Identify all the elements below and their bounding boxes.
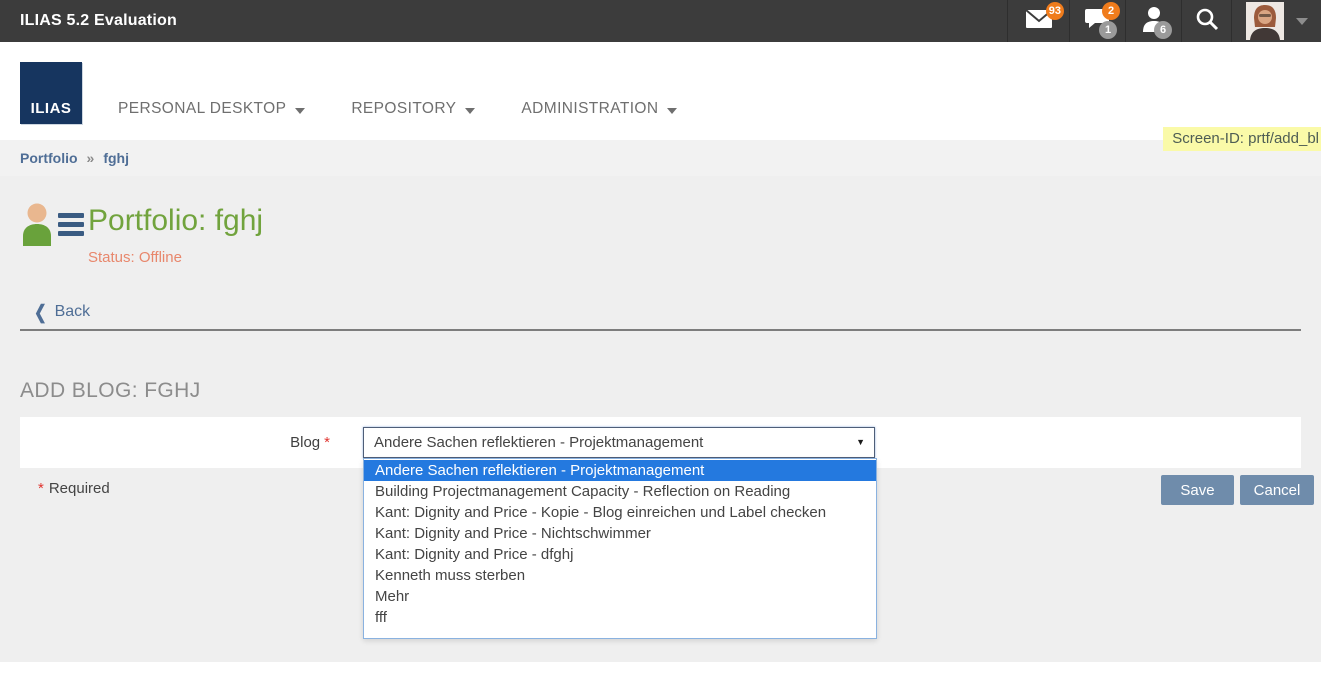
top-header-bar: ILIAS 5.2 Evaluation 93 2 1 bbox=[0, 0, 1321, 42]
topbar-icon-strip: 93 2 1 6 bbox=[1007, 0, 1321, 42]
chat-badge-total: 1 bbox=[1099, 21, 1117, 39]
back-label: Back bbox=[55, 303, 91, 321]
nav-repository[interactable]: REPOSITORY bbox=[351, 100, 475, 118]
main-navigation: PERSONAL DESKTOP REPOSITORY ADMINISTRATI… bbox=[118, 100, 723, 118]
portfolio-icon bbox=[20, 202, 86, 251]
required-note: * Required bbox=[38, 480, 110, 497]
blog-label-text: Blog bbox=[290, 434, 320, 451]
user-menu-caret-icon bbox=[1296, 18, 1308, 25]
breadcrumb-portfolio[interactable]: Portfolio bbox=[20, 150, 78, 166]
required-asterisk: * bbox=[38, 480, 44, 497]
required-asterisk: * bbox=[324, 434, 330, 451]
search-icon bbox=[1195, 7, 1219, 36]
blog-select[interactable]: Andere Sachen reflektieren - Projektmana… bbox=[363, 427, 875, 458]
nav-repository-label: REPOSITORY bbox=[351, 100, 456, 118]
app-title: ILIAS 5.2 Evaluation bbox=[20, 12, 177, 30]
dropdown-option[interactable]: Kenneth muss sterben bbox=[364, 565, 876, 586]
mail-badge: 93 bbox=[1046, 2, 1064, 20]
breadcrumb: Portfolio » fghj bbox=[0, 140, 1321, 176]
save-button[interactable]: Save bbox=[1161, 475, 1234, 505]
breadcrumb-current[interactable]: fghj bbox=[103, 150, 129, 166]
chat-button[interactable]: 2 1 bbox=[1069, 0, 1125, 42]
main-header: ILIAS PERSONAL DESKTOP REPOSITORY ADMINI… bbox=[0, 42, 1321, 140]
back-button[interactable]: ❮ Back bbox=[34, 303, 90, 321]
dropdown-option[interactable]: Kant: Dignity and Price - Nichtschwimmer bbox=[364, 523, 876, 544]
blog-field-label: Blog* bbox=[20, 434, 330, 451]
user-menu[interactable] bbox=[1231, 0, 1321, 42]
form-heading: ADD BLOG: FGHJ bbox=[20, 379, 201, 403]
search-button[interactable] bbox=[1181, 0, 1231, 42]
footer-strip bbox=[0, 662, 1321, 674]
dropdown-option[interactable]: Kant: Dignity and Price - dfghj bbox=[364, 544, 876, 565]
nav-personal-desktop-label: PERSONAL DESKTOP bbox=[118, 100, 286, 118]
status-text: Status: Offline bbox=[88, 249, 182, 266]
cancel-button[interactable]: Cancel bbox=[1240, 475, 1314, 505]
dropdown-option[interactable]: Building Projectmanagement Capacity - Re… bbox=[364, 481, 876, 502]
dropdown-option[interactable]: fff bbox=[364, 607, 876, 628]
chat-badge-unread: 2 bbox=[1102, 2, 1120, 20]
dropdown-option[interactable]: Mehr bbox=[364, 586, 876, 607]
dropdown-option[interactable]: Andere Sachen reflektieren - Projektmana… bbox=[364, 460, 876, 481]
chevron-left-icon: ❮ bbox=[34, 301, 47, 324]
chevron-down-icon bbox=[465, 108, 475, 114]
mail-button[interactable]: 93 bbox=[1007, 0, 1069, 42]
page-title: Portfolio: fghj bbox=[88, 204, 263, 238]
avatar bbox=[1246, 2, 1284, 40]
breadcrumb-separator: » bbox=[87, 150, 95, 166]
chevron-down-icon bbox=[295, 108, 305, 114]
required-label: Required bbox=[49, 480, 110, 497]
screen-id-badge: Screen-ID: prtf/add_bl bbox=[1163, 127, 1321, 151]
nav-administration-label: ADMINISTRATION bbox=[521, 100, 658, 118]
contacts-button[interactable]: 6 bbox=[1125, 0, 1181, 42]
chevron-down-icon bbox=[667, 108, 677, 114]
nav-personal-desktop[interactable]: PERSONAL DESKTOP bbox=[118, 100, 305, 118]
ilias-logo[interactable]: ILIAS bbox=[20, 62, 82, 124]
select-caret-icon: ▼ bbox=[856, 437, 865, 447]
blog-select-value: Andere Sachen reflektieren - Projektmana… bbox=[374, 428, 703, 457]
blog-dropdown-list: Andere Sachen reflektieren - Projektmana… bbox=[363, 458, 877, 639]
nav-administration[interactable]: ADMINISTRATION bbox=[521, 100, 677, 118]
contacts-badge: 6 bbox=[1154, 21, 1172, 39]
toolbar-divider bbox=[20, 329, 1301, 331]
dropdown-option[interactable]: Kant: Dignity and Price - Kopie - Blog e… bbox=[364, 502, 876, 523]
content-area: Portfolio: fghj Status: Offline ❮ Back A… bbox=[0, 176, 1321, 662]
